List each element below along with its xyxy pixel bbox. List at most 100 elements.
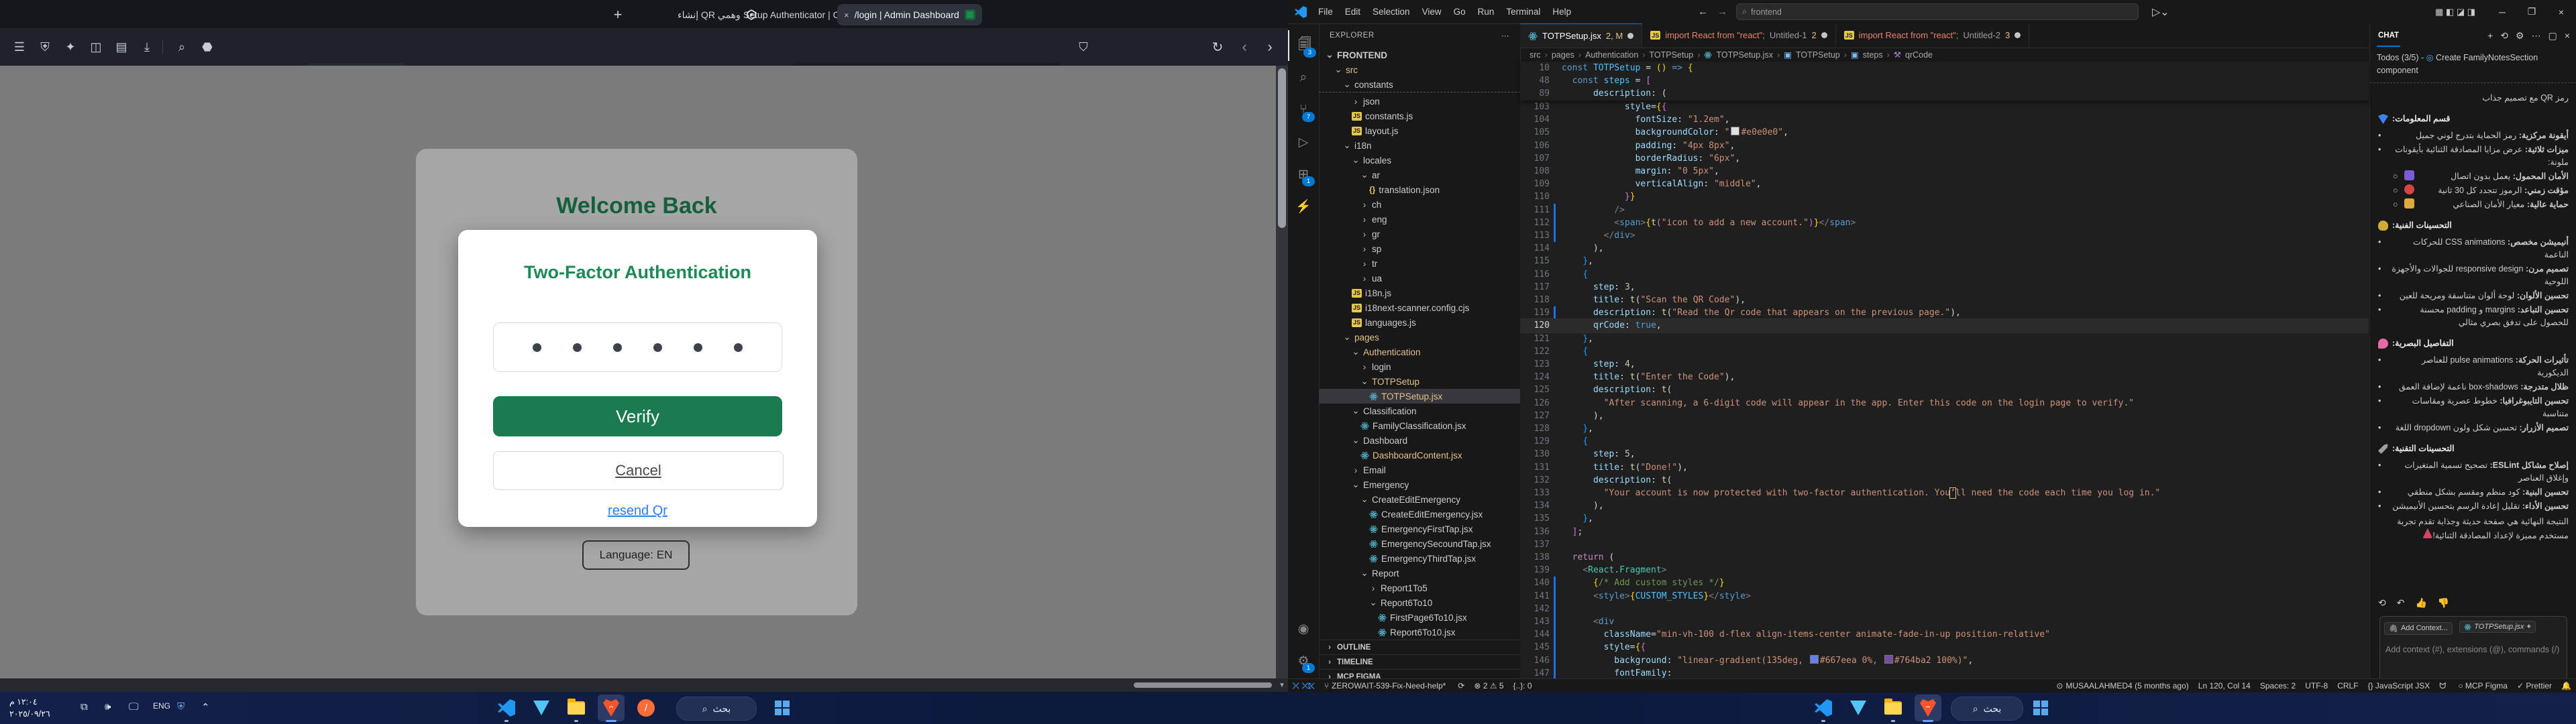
menu-help[interactable]: Help <box>1546 7 1577 17</box>
status-item[interactable]: {..}: 0 <box>1509 681 1537 691</box>
tree-item-Classification[interactable]: ⌄Classification <box>1319 404 1553 418</box>
code-line-110[interactable]: 110 }} <box>1520 190 2369 203</box>
code-line-103[interactable]: 103 style={{ <box>1520 101 2369 113</box>
back-icon[interactable]: ‹ <box>1233 36 1256 58</box>
status-item[interactable]: UTF-8 <box>2300 681 2332 691</box>
chat-header-icon[interactable]: ▢ <box>2548 30 2557 41</box>
code-line-137[interactable]: 137 <box>1520 538 2369 551</box>
settings-gear-icon[interactable]: ⚙1 <box>1288 646 1319 676</box>
code-line-121[interactable]: 121 }, <box>1520 333 2369 345</box>
remote-icon[interactable]: ⤫⤫⤪ <box>1288 681 1320 691</box>
sidebar-icon[interactable]: ◫ <box>85 36 107 58</box>
code-line-48[interactable]: 48 const steps = [ <box>1520 74 2369 87</box>
code-line-107[interactable]: 107 borderRadius: "6px", <box>1520 152 2369 165</box>
code-line-134[interactable]: 134 ), <box>1520 499 2369 512</box>
source-control-icon[interactable]: ⑂7 <box>1288 95 1319 125</box>
branch-icon[interactable]: ⑂ZEROWAIT-539-Fix-Need-help* <box>1320 681 1450 691</box>
keyboard-language[interactable]: ENG <box>153 701 170 711</box>
nav-back-icon[interactable]: ← <box>1698 6 1708 17</box>
add-context-pill[interactable]: 🖇 Add Context... <box>2384 622 2453 635</box>
taskbar-app-flutter[interactable] <box>528 695 555 721</box>
downloads-icon[interactable]: ⤓ <box>136 36 158 58</box>
code-line-116[interactable]: 116 { <box>1520 268 2369 281</box>
code-line-129[interactable]: 129 { <box>1520 435 2369 448</box>
breadcrumb-item[interactable]: TOTPSetup <box>1649 50 1693 60</box>
code-line-118[interactable]: 118 title: t("Scan the QR Code"), <box>1520 294 2369 306</box>
code-line-127[interactable]: 127 ), <box>1520 410 2369 422</box>
windows-security-icon[interactable]: ⛨ <box>177 701 184 713</box>
code-line-135[interactable]: 135 }, <box>1520 512 2369 525</box>
vertical-scrollbar[interactable] <box>1276 66 1288 678</box>
feedback-icon[interactable]: 👎 <box>2438 597 2449 609</box>
code-line-138[interactable]: 138 return ( <box>1520 551 2369 564</box>
tree-item-constants[interactable]: ⌄constants <box>1319 77 1544 92</box>
breadcrumb[interactable]: src›pages›Authentication›TOTPSetup›TOTPS… <box>1520 48 2369 62</box>
chat-tab[interactable]: CHAT <box>2377 25 2400 47</box>
code-line-10[interactable]: 10const TOTPSetup = () => { <box>1520 62 2369 74</box>
code-line-131[interactable]: 131 title: t("Done!"), <box>1520 461 2369 474</box>
nav-forward-icon[interactable]: → <box>1717 6 1727 17</box>
section-outline[interactable]: ›OUTLINE <box>1319 640 1527 655</box>
otp-code-input[interactable] <box>493 322 782 372</box>
code-line-142[interactable]: 142 <box>1520 603 2369 615</box>
code-editor[interactable]: 103 style={{104 fontSize: "1.2em",105 ba… <box>1520 62 2369 680</box>
more-actions-ic on[interactable]: ⋯ <box>1501 31 1509 40</box>
feedback-icon[interactable]: ↶ <box>2397 597 2405 609</box>
status-item[interactable]: CRLF <box>2332 681 2363 691</box>
code-line-144[interactable]: 144 className="min-vh-100 d-flex align-i… <box>1520 628 2369 641</box>
attached-file-pill[interactable]: TOTPSetup.jsx + <box>2459 621 2536 633</box>
tab-close-icon[interactable]: × <box>844 10 849 20</box>
chat-input-placeholder[interactable]: Add context (#), extensions (@), command… <box>2385 645 2563 654</box>
code-line-126[interactable]: 126 "After scanning, a 6-digit code will… <box>1520 397 2369 410</box>
tree-item-layout.js[interactable]: JSlayout.js <box>1319 123 1553 138</box>
tree-item-languages.js[interactable]: JSlanguages.js <box>1319 315 1553 330</box>
menu-icon[interactable]: ☰ <box>8 36 31 58</box>
menu-terminal[interactable]: Terminal <box>1500 7 1546 17</box>
taskbar-app-vscode[interactable] <box>493 695 520 721</box>
command-center-search[interactable]: ⌕ frontend <box>1736 3 2139 20</box>
network-display-icon[interactable]: 🖵 <box>129 701 138 713</box>
taskbar-app-flutter[interactable] <box>1845 695 1872 721</box>
tree-item-constants.js[interactable]: JSconstants.js <box>1319 109 1553 123</box>
taskbar-search-monitor2[interactable]: ⌕ بحث <box>1951 697 2023 721</box>
start-button-monitor1[interactable] <box>769 695 796 721</box>
hidden-icons-chevron[interactable]: ⌃ <box>201 701 210 713</box>
code-line-123[interactable]: 123 step: 4, <box>1520 358 2369 371</box>
code-line-143[interactable]: 143 <div <box>1520 615 2369 628</box>
code-line-113[interactable]: 113 </div> <box>1520 229 2369 242</box>
taskbar-app-vscode[interactable] <box>1810 695 1837 721</box>
taskbar-app-postman[interactable]: / <box>633 695 659 721</box>
code-line-125[interactable]: 125 description: t( <box>1520 383 2369 396</box>
resend-qr-link[interactable]: resend Qr <box>458 503 817 519</box>
layout-toggle-icons[interactable]: ▦ ◧ ◪ ◨ <box>2435 7 2475 17</box>
code-line-108[interactable]: 108 margin: "0 5px", <box>1520 165 2369 178</box>
code-line-117[interactable]: 117 step: 3, <box>1520 281 2369 294</box>
tree-item-Authentication[interactable]: ⌄Authentication <box>1319 345 1553 359</box>
code-line-145[interactable]: 145 style={{ <box>1520 641 2369 654</box>
chat-header-icon[interactable]: × <box>2565 30 2570 41</box>
editor-tab-untitled-1[interactable]: JSimport React from "react";Untitled-12 <box>1642 23 1836 47</box>
tree-item-pages[interactable]: ⌄pages <box>1319 330 1544 345</box>
status-item[interactable]: Spaces: 2 <box>2255 681 2300 691</box>
tree-item-Emergency[interactable]: ⌄Emergency <box>1319 477 1553 492</box>
code-line-109[interactable]: 109 verticalAlign: "middle", <box>1520 178 2369 190</box>
bell-icon[interactable]: 🔔 <box>2557 681 2576 691</box>
code-line-115[interactable]: 115 }, <box>1520 255 2369 267</box>
restore-button[interactable]: ❐ <box>2517 0 2546 23</box>
breadcrumb-item[interactable]: steps <box>1863 50 1883 60</box>
tree-item-locales[interactable]: ⌄locales <box>1319 153 1553 168</box>
taskbar-app-file-explorer[interactable] <box>563 695 590 721</box>
person-icon[interactable]: ⊙MUSAALAHMED4 (5 months ago) <box>2051 681 2193 691</box>
language-selector-button[interactable]: Language: EN <box>582 540 690 570</box>
taskbar-app-brave[interactable]: ᴖ <box>598 695 625 721</box>
taskbar-search-monitor1[interactable]: ⌕ بحث <box>676 697 757 721</box>
tree-item-i18next-scanner.config.cjs[interactable]: JSi18next-scanner.config.cjs <box>1319 300 1553 315</box>
menu-selection[interactable]: Selection <box>1366 7 1416 17</box>
code-line-124[interactable]: 124 title: t("Enter the Code"), <box>1520 371 2369 383</box>
cancel-button[interactable]: Cancel <box>493 451 784 490</box>
chat-header-icon[interactable]: + <box>2487 30 2493 41</box>
status-item[interactable]: {} JavaScript JSX <box>2363 681 2435 691</box>
thunder-client-icon[interactable]: ⚡ <box>1288 191 1319 222</box>
account-icon[interactable]: ◉ <box>1288 613 1319 644</box>
code-line-112[interactable]: 112 <span>{t("icon to add a new account.… <box>1520 217 2369 229</box>
